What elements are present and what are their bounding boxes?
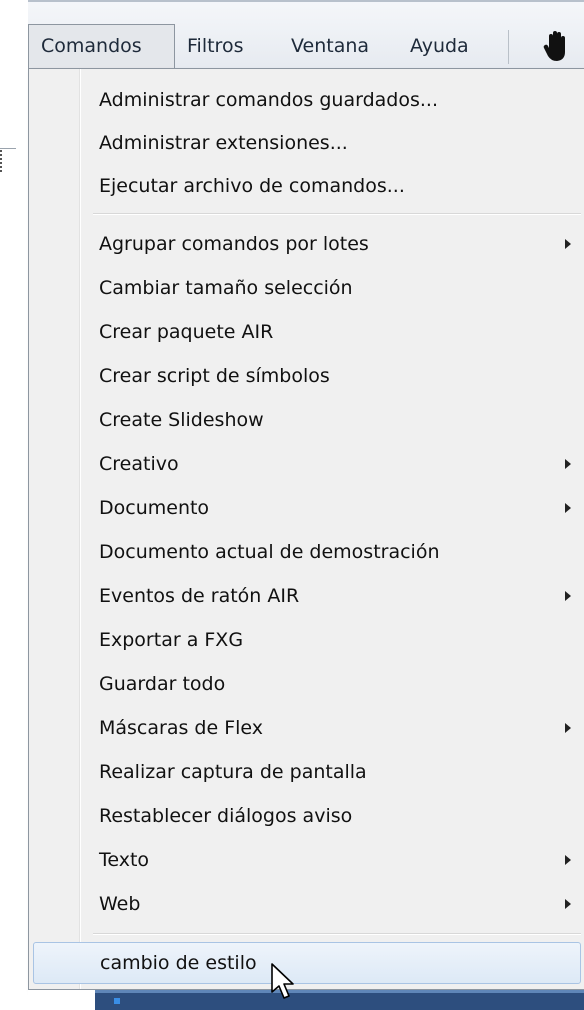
menu-item-label: Exportar a FXG <box>99 629 244 651</box>
menu-item-label: Crear paquete AIR <box>99 321 274 343</box>
menu-item-label: Guardar todo <box>99 673 226 695</box>
menu-item-label: cambio de estilo <box>100 952 257 974</box>
menu-item-cambio-de-estilo[interactable]: cambio de estilo <box>33 942 581 984</box>
menu-item-label: Máscaras de Flex <box>99 717 264 739</box>
background-marker <box>114 998 120 1004</box>
submenu-arrow-icon <box>565 591 571 601</box>
submenu-arrow-icon <box>565 503 571 513</box>
menu-item-label: Creativo <box>99 453 179 475</box>
menu-item-label: Eventos de ratón AIR <box>99 585 300 607</box>
menu-item-cambiar-tamano[interactable]: Cambiar tamaño selección <box>29 267 584 310</box>
menu-filtros[interactable]: Filtros <box>175 24 279 68</box>
background-bottom-left <box>28 990 95 1010</box>
menu-item-label: Agrupar comandos por lotes <box>99 233 369 255</box>
menu-item-guardar-todo[interactable]: Guardar todo <box>29 663 584 706</box>
menu-item-label: Create Slideshow <box>99 409 264 431</box>
submenu-arrow-icon <box>565 239 571 249</box>
menu-bar-separator <box>508 30 509 64</box>
background-panel-edge <box>0 196 29 226</box>
hand-icon[interactable] <box>540 28 574 64</box>
submenu-arrow-icon <box>565 723 571 733</box>
comandos-dropdown-menu: Administrar comandos guardados... Admini… <box>28 68 584 990</box>
menu-item-creativo[interactable]: Creativo <box>29 443 584 486</box>
menu-item-create-slideshow[interactable]: Create Slideshow <box>29 399 584 442</box>
menu-item-ejecutar-archivo[interactable]: Ejecutar archivo de comandos... <box>29 165 584 208</box>
menu-bar-border <box>28 0 584 2</box>
menu-item-label: Restablecer diálogos aviso <box>99 805 353 827</box>
menu-item-label: Cambiar tamaño selección <box>99 277 353 299</box>
menu-item-administrar-comandos[interactable]: Administrar comandos guardados... <box>29 79 584 122</box>
menu-item-documento[interactable]: Documento <box>29 487 584 530</box>
menu-item-agrupar-comandos[interactable]: Agrupar comandos por lotes <box>29 223 584 266</box>
menu-item-captura-pantalla[interactable]: Realizar captura de pantalla <box>29 751 584 794</box>
menu-comandos[interactable]: Comandos <box>28 24 175 68</box>
menu-item-texto[interactable]: Texto <box>29 839 584 882</box>
menu-separator <box>93 213 581 215</box>
menu-item-restablecer-dialogos[interactable]: Restablecer diálogos aviso <box>29 795 584 838</box>
menu-item-label: Crear script de símbolos <box>99 365 330 387</box>
submenu-arrow-icon <box>565 459 571 469</box>
menu-ventana[interactable]: Ventana <box>279 24 398 68</box>
submenu-arrow-icon <box>565 899 571 909</box>
background-divider <box>0 148 16 149</box>
menu-item-web[interactable]: Web <box>29 883 584 926</box>
menu-item-label: Documento actual de demostración <box>99 541 440 563</box>
menu-item-administrar-extensiones[interactable]: Administrar extensiones... <box>29 122 584 165</box>
menu-item-exportar-fxg[interactable]: Exportar a FXG <box>29 619 584 662</box>
menu-ayuda[interactable]: Ayuda <box>398 24 500 68</box>
menu-item-mascaras-flex[interactable]: Máscaras de Flex <box>29 707 584 750</box>
menu-bar: Comandos Filtros Ventana Ayuda <box>28 0 584 71</box>
background-canvas-strip <box>95 990 584 1010</box>
menu-item-label: Texto <box>99 849 150 871</box>
menu-item-crear-script-simbolos[interactable]: Crear script de símbolos <box>29 355 584 398</box>
mouse-pointer-icon <box>271 963 294 999</box>
background-canvas-highlight <box>95 990 584 993</box>
menu-separator <box>93 933 581 935</box>
menu-item-label: Realizar captura de pantalla <box>99 761 367 783</box>
background-dotted-edge <box>0 150 5 172</box>
menu-item-documento-actual-demostracion[interactable]: Documento actual de demostración <box>29 531 584 574</box>
menu-item-label: Documento <box>99 497 210 519</box>
menu-item-label: Web <box>99 893 141 915</box>
submenu-arrow-icon <box>565 855 571 865</box>
menu-item-crear-paquete-air[interactable]: Crear paquete AIR <box>29 311 584 354</box>
menu-item-eventos-raton-air[interactable]: Eventos de ratón AIR <box>29 575 584 618</box>
